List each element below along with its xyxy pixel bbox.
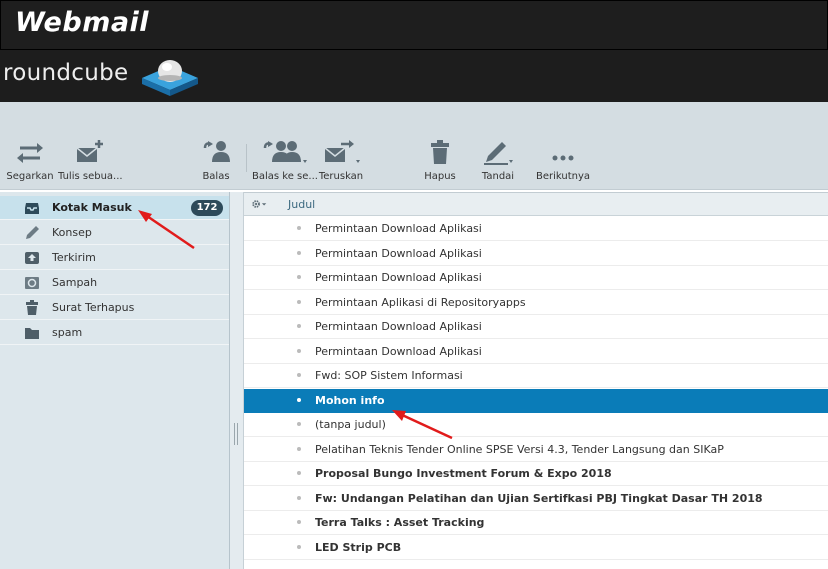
message-subject: Permintaan Download Aplikasi [315,344,482,358]
message-status-dot [297,324,301,328]
message-row[interactable]: Permintaan Download Aplikasi [244,266,828,290]
toolbar-separator [246,144,247,172]
reply-icon [203,141,230,162]
subject-column-header[interactable]: Judul [288,198,315,211]
forward-button[interactable]: Teruskan [316,136,366,186]
refresh-label: Segarkan [6,171,54,182]
reply-button[interactable]: Balas [196,136,236,186]
message-subject: Fw: Undangan Pelatihan dan Ujian Sertifk… [315,491,763,505]
pencil-icon [26,226,39,239]
message-subject: Permintaan Download Aplikasi [315,271,482,284]
reply-all-icon [263,141,307,163]
more-icon [552,155,574,161]
reply-label: Balas [202,171,230,182]
message-row[interactable]: (tanpa judul) [244,413,828,437]
trash-icon [26,300,38,315]
message-row[interactable]: Fw: Undangan Pelatihan dan Ujian Sertifk… [244,486,828,511]
mark-label: Tandai [481,171,515,182]
more-button[interactable]: Berikutnya [534,136,592,186]
reply-all-label: Balas ke se... [252,171,318,182]
roundcube-header: roundcube [0,50,828,102]
annotation-arrow-inbox [138,210,195,250]
folder-label: spam [52,326,83,339]
folder-label: Surat Terhapus [52,301,135,314]
folder-spam[interactable]: spam [0,321,229,345]
message-status-dot [297,348,301,353]
message-subject: Permintaan Download Aplikasi [315,246,482,260]
roundcube-logo-icon [142,60,198,96]
mark-icon [484,142,513,165]
more-label: Berikutnya [535,171,591,182]
compose-button[interactable]: Tulis sebua... [58,136,123,186]
message-status-dot [297,495,301,500]
delete-label: Hapus [424,171,456,182]
toolbar: Segarkan Tulis sebua... Balas Balas ke s… [0,102,828,190]
message-row[interactable]: Permintaan Download Aplikasi [244,339,828,364]
message-status-dot [297,250,301,255]
message-subject: Pelatihan Teknis Tender Online SPSE Vers… [315,442,724,456]
message-status-dot [297,471,301,475]
message-row[interactable]: Pelatihan Teknis Tender Online SPSE Vers… [244,437,828,462]
folder-label: Kotak Masuk [52,201,132,214]
message-row[interactable]: Permintaan Download Aplikasi [244,217,828,241]
message-subject: Terra Talks : Asset Tracking [315,516,485,529]
compose-label: Tulis sebua... [58,171,123,182]
annotation-arrow-message [392,410,453,440]
refresh-button[interactable]: Segarkan [4,136,56,186]
message-row[interactable]: Permintaan Download Aplikasi [244,315,828,339]
folder-trash[interactable]: Surat Terhapus [0,296,229,320]
message-subject: LED Strip PCB [315,540,402,554]
message-row[interactable]: Permintaan Aplikasi di Repositoryapps [244,290,828,315]
compose-icon [76,140,103,162]
message-status-dot [297,299,301,304]
message-row[interactable]: Permintaan Download Aplikasi [244,241,828,266]
message-row[interactable]: LED Strip PCB [244,535,828,560]
folder-label: Terkirim [52,251,96,264]
list-options-gear-icon[interactable] [251,197,267,211]
message-status-dot [297,226,301,230]
pane-splitter[interactable] [230,192,244,569]
refresh-icon [17,143,43,163]
list-header: Judul [244,193,828,216]
forward-icon [324,140,360,163]
message-subject: (tanpa judul) [315,418,386,431]
message-subject: Permintaan Download Aplikasi [315,320,482,333]
message-list: Judul Permintaan Download Aplikasi Permin… [244,192,828,569]
mark-button[interactable]: Tandai [474,136,522,186]
message-row-selected[interactable]: Mohon info [244,388,828,413]
message-subject: Permintaan Download Aplikasi [315,222,482,235]
message-status-dot [297,520,301,524]
message-row[interactable]: Terra Talks : Asset Tracking [244,511,828,535]
folder-junk[interactable]: Sampah [0,271,229,295]
inbox-icon [25,203,39,214]
folder-label: Konsep [52,226,92,239]
message-row[interactable]: Proposal Bungo Investment Forum & Expo 2… [244,462,828,486]
message-status-dot [297,446,301,451]
message-subject: Proposal Bungo Investment Forum & Expo 2… [315,467,612,480]
message-status-dot [297,373,301,377]
message-row[interactable]: Fwd: SOP Sistem Informasi [244,364,828,388]
message-status-dot [297,422,301,426]
message-status-dot [297,397,301,402]
roundcube-logo-text: roundcube [3,60,129,86]
webmail-title: Webmail [15,7,150,38]
forward-label: Teruskan [318,171,364,182]
message-subject: Fwd: SOP Sistem Informasi [315,369,463,382]
sent-icon [25,252,39,264]
trash-icon [431,140,449,164]
splitter-grip[interactable] [234,423,238,445]
junk-icon [25,277,39,289]
delete-button[interactable]: Hapus [420,136,460,186]
message-subject: Mohon info [315,393,385,407]
folder-icon [25,328,39,339]
message-status-dot [297,275,301,279]
folder-label: Sampah [52,276,98,289]
webmail-banner: Webmail [0,0,828,50]
message-status-dot [297,544,301,549]
message-subject: Permintaan Aplikasi di Repositoryapps [315,295,526,309]
reply-all-button[interactable]: Balas ke se... [252,136,318,186]
